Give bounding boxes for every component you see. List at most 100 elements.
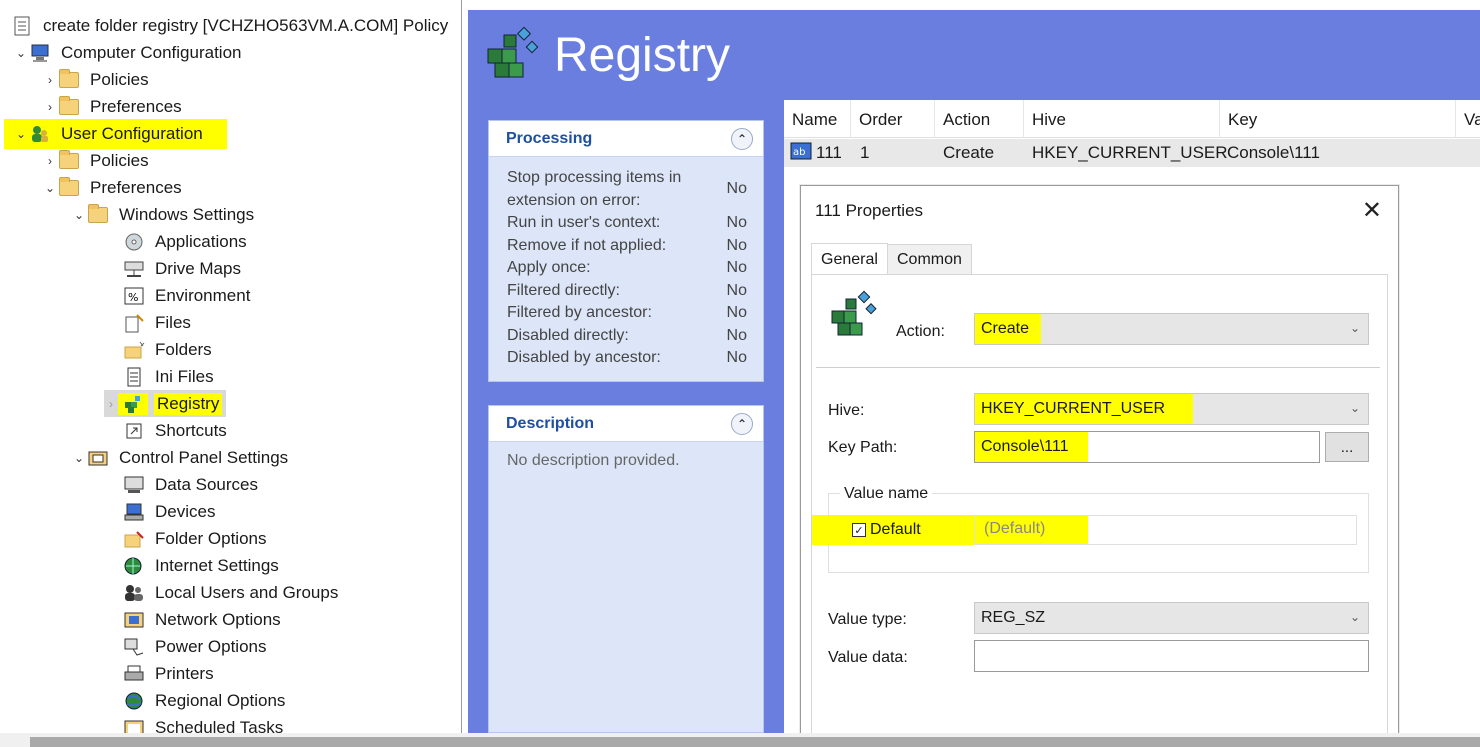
keypath-field[interactable]: Console\111 [974,431,1320,463]
general-tab-panel: Action: Create ⌄ Hive: HKEY_CURRENT_USER… [811,274,1388,747]
registry-large-icon [484,23,540,88]
column-header-hive[interactable]: Hive [1023,100,1219,138]
tree-item-environment[interactable]: % Environment [122,282,253,309]
browse-button[interactable]: ... [1325,432,1369,462]
chevron-right-icon[interactable]: › [43,100,57,114]
close-icon[interactable]: ✕ [1362,196,1382,225]
tree-label: Devices [155,501,216,521]
tree-item-uc-preferences[interactable]: ⌄ Preferences [43,174,185,201]
tree-item-internet-settings[interactable]: Internet Settings [122,552,282,579]
tree-label: Data Sources [155,474,258,494]
chevron-down-icon[interactable]: ⌄ [72,451,86,465]
value-type-dropdown[interactable]: REG_SZ ⌄ [974,602,1369,634]
console-tree: create folder registry [VCHZHO563VM.A.CO… [0,0,462,733]
table-row[interactable]: ab 111 1 Create HKEY_CURRENT_USER Consol… [784,139,1480,167]
column-header-value[interactable]: Va [1455,100,1480,138]
processing-label: Filtered by ancestor: [507,304,652,321]
tree-item-ini-files[interactable]: Ini Files [122,363,217,390]
collapse-icon[interactable]: ⌃ [731,412,753,435]
tree-item-printers[interactable]: Printers [122,660,217,687]
processing-row: Filtered by ancestor: No [489,302,763,325]
pane-header: Registry [468,10,1480,100]
tree-label: Policies [90,69,149,89]
drive-map-icon [122,258,146,280]
processing-value: No [726,326,747,344]
tree-item-drive-maps[interactable]: Drive Maps [122,255,244,282]
tree-root[interactable]: create folder registry [VCHZHO563VM.A.CO… [10,12,451,39]
tree-item-files[interactable]: Files [122,309,194,336]
tab-common[interactable]: Common [887,244,972,274]
description-card: Description ⌃ No description provided. [488,405,764,733]
tree-label: Environment [155,285,251,305]
tree-item-uc-policies[interactable]: › Policies [43,147,152,174]
column-header-key[interactable]: Key [1219,100,1455,138]
tree-item-computer-configuration[interactable]: ⌄ Computer Configuration [14,39,244,66]
chevron-down-icon[interactable]: ⌄ [14,46,28,60]
default-checkbox[interactable]: ✓ [852,523,866,537]
processing-label: Run in user's context: [507,214,661,231]
processing-row: Run in user's context: No [489,212,763,235]
processing-card: Processing ⌃ Stop processing items in ex… [488,120,764,382]
power-options-icon [122,636,146,658]
tree-label: Printers [155,663,214,683]
tree-label: Folders [155,339,212,359]
processing-label: Disabled by ancestor: [507,349,661,366]
tree-item-user-configuration[interactable]: ⌄ User Configuration [4,119,227,149]
processing-value: No [726,259,747,276]
tree-label: Ini Files [155,366,214,386]
svg-text:%: % [128,291,138,304]
action-value: Create [975,314,1042,344]
collapse-icon[interactable]: ⌃ [731,127,753,150]
folder-icon [57,176,81,199]
tree-item-windows-settings[interactable]: ⌄ Windows Settings [72,201,257,228]
tree-item-folders[interactable]: Folders [122,336,215,363]
horizontal-scrollbar[interactable] [30,737,1480,747]
chevron-down-icon[interactable]: ⌄ [72,208,86,222]
value-data-field[interactable] [974,640,1369,672]
tree-item-cc-policies[interactable]: › Policies [43,66,152,93]
action-dropdown[interactable]: Create ⌄ [974,313,1369,345]
chevron-right-icon[interactable]: › [104,397,118,411]
description-text: No description provided. [507,452,680,469]
tree-item-regional-options[interactable]: Regional Options [122,687,288,714]
tree-item-cc-preferences[interactable]: › Preferences [43,93,185,120]
tree-item-control-panel-settings[interactable]: ⌄ Control Panel Settings [72,444,291,471]
tree-item-local-users-groups[interactable]: Local Users and Groups [122,579,341,606]
tree-item-devices[interactable]: Devices [122,498,218,525]
column-header-action[interactable]: Action [934,100,1023,138]
tree-item-shortcuts[interactable]: Shortcuts [122,417,230,444]
chevron-right-icon[interactable]: › [43,154,57,168]
processing-card-header: Processing ⌃ [489,121,763,157]
processing-row: Disabled directly: No [489,325,763,348]
hive-dropdown[interactable]: HKEY_CURRENT_USER ⌄ [974,393,1369,425]
description-title: Description [506,414,595,432]
chevron-down-icon: ⌄ [1349,610,1360,624]
chevron-down-icon[interactable]: ⌄ [14,127,28,141]
processing-label: Disabled directly: [507,326,629,344]
tree-item-registry[interactable]: › Registry [104,390,226,417]
tree-label: Applications [155,231,247,251]
files-icon [122,312,146,334]
processing-label: Apply once: [507,259,591,276]
tree-item-folder-options[interactable]: Folder Options [122,525,270,552]
chevron-down-icon[interactable]: ⌄ [43,181,57,195]
folders-icon [122,339,146,361]
chevron-right-icon[interactable]: › [43,73,57,87]
processing-label: Remove if not applied: [507,236,667,254]
tree-label: Preferences [90,177,182,197]
column-header-name[interactable]: Name [784,100,850,138]
tree-item-applications[interactable]: Applications [122,228,250,255]
column-header-order[interactable]: Order [850,100,934,138]
processing-value: No [726,180,747,198]
action-label: Action: [896,323,945,340]
tree-item-data-sources[interactable]: Data Sources [122,471,261,498]
tree-item-scheduled-tasks[interactable]: Scheduled Tasks [122,714,286,733]
tab-general[interactable]: General [811,243,888,275]
chevron-down-icon: ⌄ [1349,401,1360,415]
tree-label: Windows Settings [119,204,255,224]
tree-item-power-options[interactable]: Power Options [122,633,270,660]
processing-value: No [726,214,747,231]
tree-item-network-options[interactable]: Network Options [122,606,284,633]
globe-icon [122,690,146,712]
folder-icon [57,95,81,118]
